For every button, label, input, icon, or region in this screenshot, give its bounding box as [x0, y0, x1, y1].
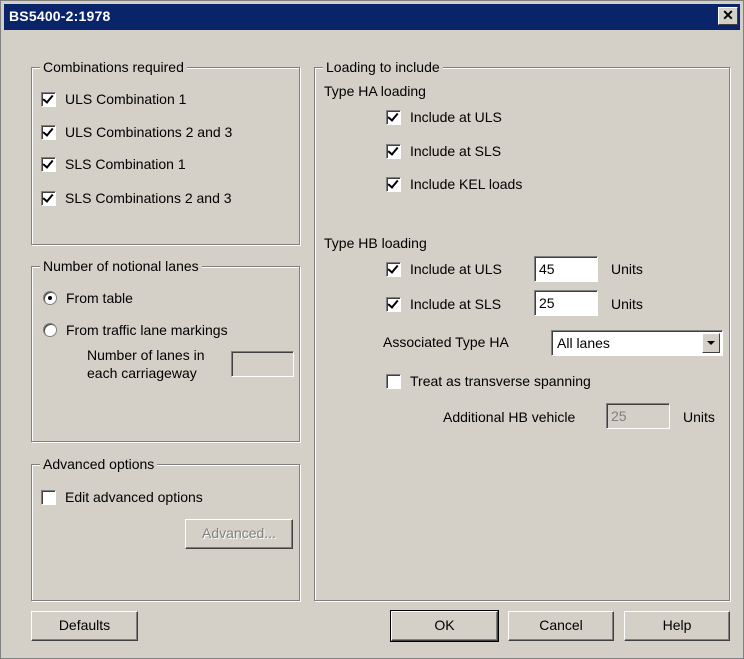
from-markings-radio[interactable]: From traffic lane markings — [43, 322, 228, 338]
associated-type-ha-select[interactable]: All lanes — [551, 330, 723, 356]
uls-combination-1-checkbox[interactable]: ULS Combination 1 — [41, 91, 186, 107]
checkbox-label: ULS Combination 1 — [65, 91, 187, 107]
sls-combination-1-checkbox[interactable]: SLS Combination 1 — [41, 156, 186, 172]
checkbox-icon[interactable] — [41, 91, 56, 107]
lanes-count-field[interactable] — [231, 351, 294, 377]
associated-type-ha-label: Associated Type HA — [383, 334, 509, 350]
additional-hb-vehicle-input[interactable]: 25 — [606, 403, 670, 429]
cancel-button[interactable]: Cancel — [508, 611, 614, 641]
title-bar[interactable]: BS5400-2:1978 ✕ — [4, 4, 740, 30]
checkbox-label: SLS Combinations 2 and 3 — [65, 190, 232, 206]
checkbox-icon[interactable] — [386, 176, 401, 192]
checkbox-label: Treat as transverse spanning — [410, 373, 591, 389]
close-button[interactable]: ✕ — [718, 7, 738, 25]
defaults-button[interactable]: Defaults — [31, 611, 138, 641]
sls-combinations-2-3-checkbox[interactable]: SLS Combinations 2 and 3 — [41, 190, 232, 206]
uls-combinations-2-3-checkbox[interactable]: ULS Combinations 2 and 3 — [41, 124, 232, 140]
transverse-spanning-checkbox[interactable]: Treat as transverse spanning — [386, 373, 591, 389]
checkbox-icon[interactable] — [386, 261, 401, 277]
checkbox-label: Include at ULS — [410, 261, 502, 277]
close-icon: ✕ — [722, 7, 734, 23]
window-title: BS5400-2:1978 — [9, 8, 111, 24]
checkbox-label: Include at ULS — [410, 109, 502, 125]
edit-advanced-checkbox[interactable]: Edit advanced options — [41, 489, 203, 505]
ok-button[interactable]: OK — [390, 610, 499, 642]
hb-uls-units-input[interactable]: 45 — [534, 256, 598, 282]
ha-include-uls-checkbox[interactable]: Include at ULS — [386, 109, 502, 125]
radio-icon[interactable] — [43, 291, 57, 305]
radio-label: From table — [66, 290, 133, 306]
chevron-down-icon[interactable] — [702, 333, 720, 353]
combinations-group: Combinations required ULS Combination 1 … — [31, 59, 300, 245]
checkbox-label: Include at SLS — [410, 143, 502, 159]
checkbox-label: Include at SLS — [410, 296, 502, 312]
checkbox-icon[interactable] — [386, 296, 401, 312]
hb-sls-units-label: Units — [611, 296, 643, 312]
checkbox-icon[interactable] — [41, 124, 56, 140]
checkbox-icon[interactable] — [386, 373, 401, 389]
ha-include-sls-checkbox[interactable]: Include at SLS — [386, 143, 501, 159]
advanced-legend: Advanced options — [40, 456, 158, 472]
ha-include-kel-checkbox[interactable]: Include KEL loads — [386, 176, 522, 192]
additional-hb-units-label: Units — [683, 409, 715, 425]
checkbox-icon[interactable] — [41, 190, 56, 206]
checkbox-icon[interactable] — [386, 143, 401, 159]
advanced-group: Advanced options Edit advanced options A… — [31, 456, 300, 601]
additional-hb-vehicle-label: Additional HB vehicle — [443, 409, 576, 425]
checkbox-label: SLS Combination 1 — [65, 156, 186, 172]
lanes-legend: Number of notional lanes — [40, 258, 202, 274]
combinations-legend: Combinations required — [40, 59, 187, 75]
advanced-button[interactable]: Advanced... — [185, 519, 293, 549]
dialog-window: BS5400-2:1978 ✕ Combinations required UL… — [0, 0, 744, 659]
loading-group: Loading to include Type HA loading Inclu… — [314, 59, 730, 601]
hb-include-uls-checkbox[interactable]: Include at ULS — [386, 261, 502, 277]
checkbox-label: Include KEL loads — [410, 176, 523, 192]
hb-include-sls-checkbox[interactable]: Include at SLS — [386, 296, 501, 312]
help-button[interactable]: Help — [624, 611, 730, 641]
lanes-group: Number of notional lanes From table From… — [31, 258, 300, 442]
checkbox-icon[interactable] — [386, 109, 401, 125]
associated-type-ha-value: All lanes — [557, 335, 610, 351]
checkbox-label: ULS Combinations 2 and 3 — [65, 124, 233, 140]
loading-legend: Loading to include — [323, 59, 443, 75]
lanes-count-label-line2: each carriageway — [87, 365, 197, 381]
radio-icon[interactable] — [43, 323, 57, 337]
checkbox-label: Edit advanced options — [65, 489, 203, 505]
type-hb-heading: Type HB loading — [324, 235, 427, 251]
lanes-count-label-line1: Number of lanes in — [87, 347, 205, 363]
hb-sls-units-input[interactable]: 25 — [534, 290, 598, 316]
hb-uls-units-label: Units — [611, 261, 643, 277]
checkbox-icon[interactable] — [41, 489, 56, 505]
type-ha-heading: Type HA loading — [324, 83, 426, 99]
radio-label: From traffic lane markings — [66, 322, 228, 338]
checkbox-icon[interactable] — [41, 156, 56, 172]
from-table-radio[interactable]: From table — [43, 290, 133, 306]
